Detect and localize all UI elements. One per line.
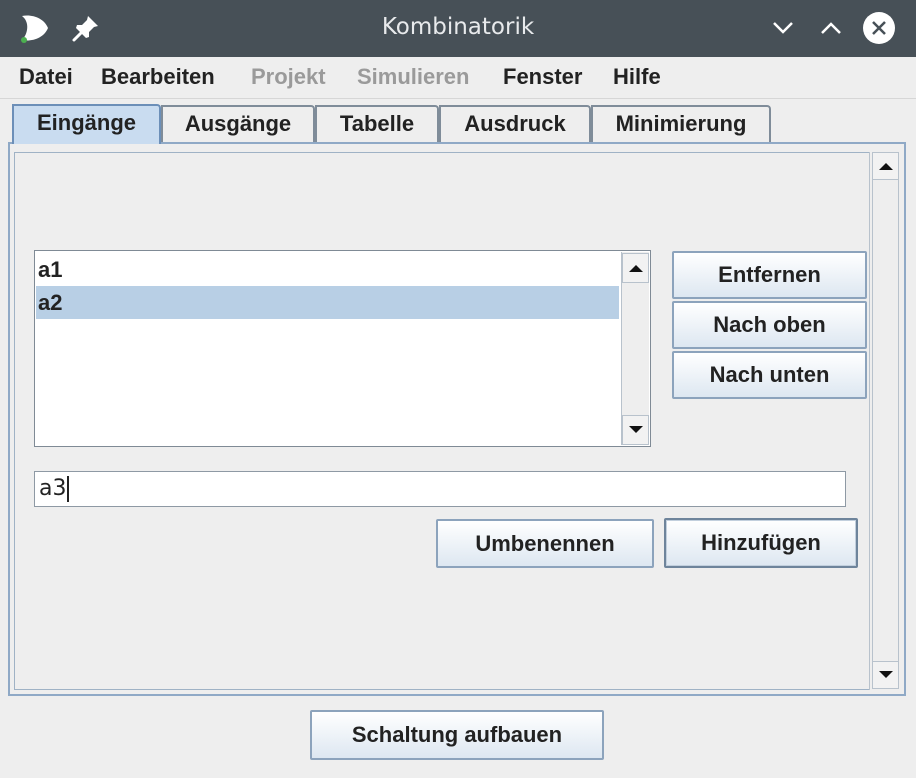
menu-hilfe[interactable]: Hilfe [613, 64, 661, 90]
title-bar[interactable]: Kombinatorik [0, 0, 916, 57]
application-window: Kombinatorik Datei Bearbeiten Projekt Si… [0, 0, 916, 778]
maximize-button[interactable] [814, 11, 848, 45]
triangle-down-icon [628, 426, 643, 433]
close-button[interactable] [862, 11, 896, 45]
menu-simulieren[interactable]: Simulieren [357, 64, 469, 90]
add-button[interactable]: Hinzufügen [664, 518, 858, 568]
tab-eingaenge[interactable]: Eingänge [12, 104, 161, 144]
triangle-up-icon [628, 265, 643, 272]
input-name-value: a3 [39, 476, 67, 501]
list-scroll-down-button[interactable] [622, 415, 649, 445]
move-down-button[interactable]: Nach unten [672, 351, 867, 399]
remove-button[interactable]: Entfernen [672, 251, 867, 299]
build-circuit-button[interactable]: Schaltung aufbauen [310, 710, 604, 760]
input-name-field[interactable]: a3 [34, 471, 846, 507]
list-scrollbar[interactable] [621, 252, 649, 445]
rename-button[interactable]: Umbenennen [436, 519, 654, 568]
close-icon [863, 12, 895, 44]
triangle-up-icon [878, 163, 893, 170]
tab-tabelle[interactable]: Tabelle [315, 105, 439, 142]
tab-ausgaenge[interactable]: Ausgänge [161, 105, 315, 142]
menu-bar: Datei Bearbeiten Projekt Simulieren Fens… [0, 57, 916, 99]
menu-bearbeiten[interactable]: Bearbeiten [101, 64, 215, 90]
scroll-track[interactable] [872, 180, 899, 662]
tab-minimierung[interactable]: Minimierung [591, 105, 771, 142]
list-item-selected[interactable]: a2 [36, 286, 619, 319]
text-caret [67, 476, 70, 502]
move-up-button[interactable]: Nach oben [672, 301, 867, 349]
scroll-down-button[interactable] [872, 661, 899, 689]
menu-datei[interactable]: Datei [19, 64, 73, 90]
menu-projekt[interactable]: Projekt [251, 64, 326, 90]
menu-fenster[interactable]: Fenster [503, 64, 582, 90]
chevron-down-icon [773, 22, 793, 34]
list-item[interactable]: a1 [36, 253, 619, 286]
chevron-up-icon [821, 22, 841, 34]
inputs-list[interactable]: a1 a2 [34, 250, 651, 447]
outer-scrollbar[interactable] [869, 152, 900, 690]
minimize-button[interactable] [766, 11, 800, 45]
tab-ausdruck[interactable]: Ausdruck [439, 105, 591, 142]
triangle-down-icon [878, 671, 893, 678]
list-scroll-up-button[interactable] [622, 253, 649, 283]
scroll-up-button[interactable] [872, 152, 899, 180]
